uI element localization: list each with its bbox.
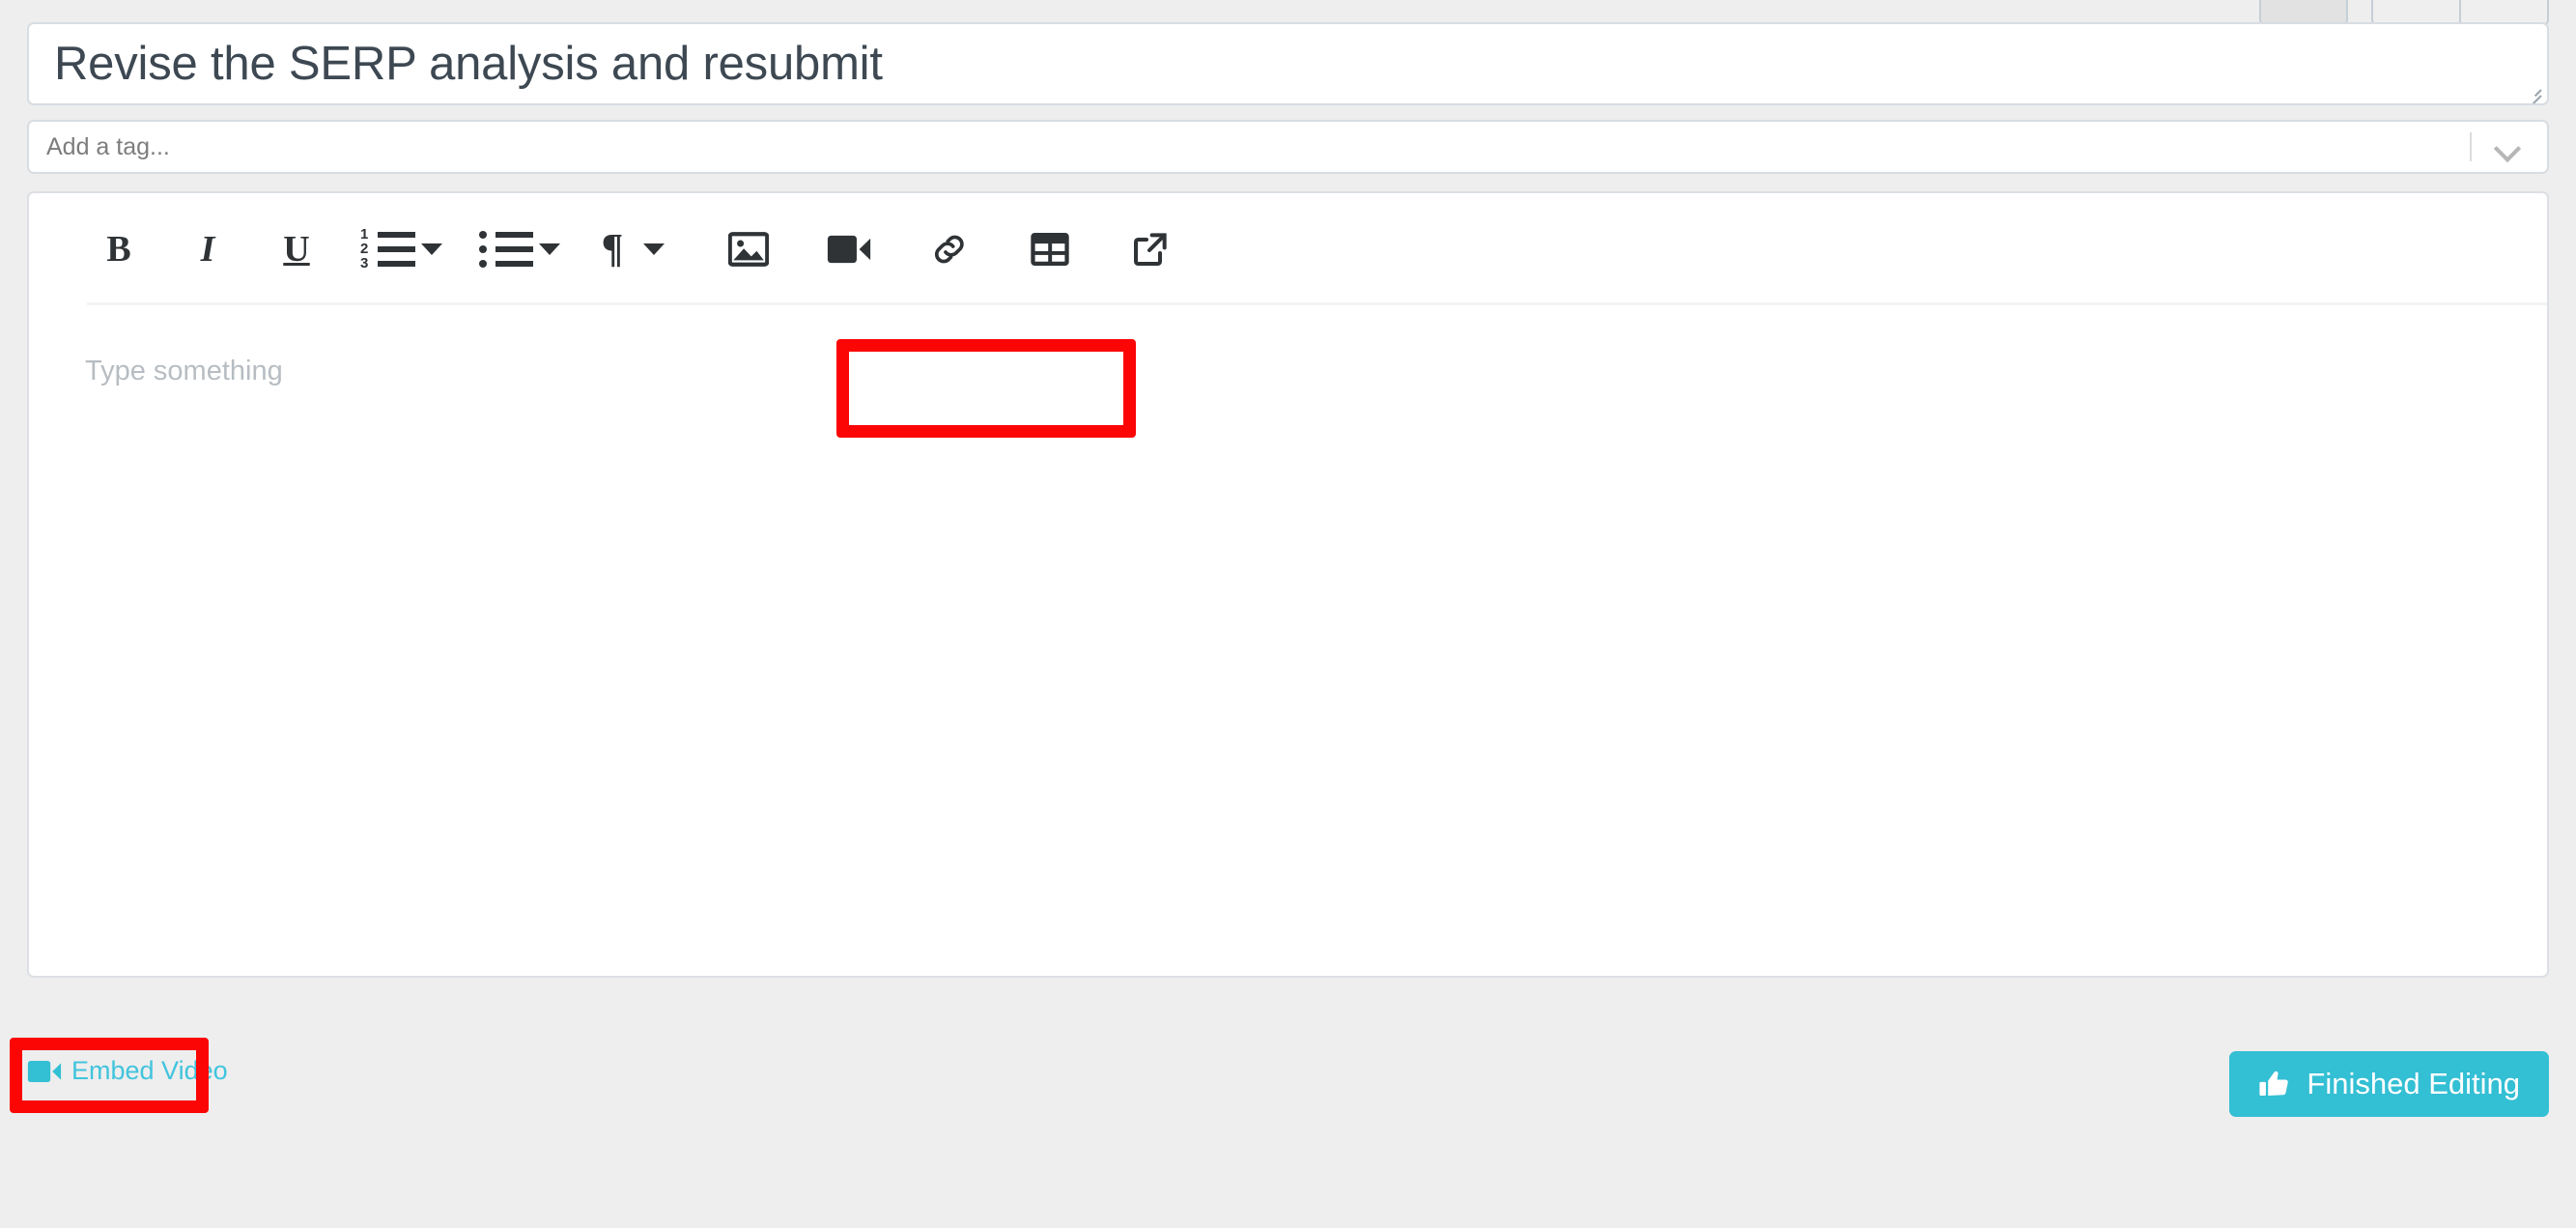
image-icon <box>728 232 769 267</box>
rich-text-editor: B I U 1 2 3 ¶ Type something <box>27 191 2549 978</box>
insert-image-button[interactable] <box>713 219 784 279</box>
editor-content[interactable]: Type something <box>29 305 2547 387</box>
tag-select[interactable]: Add a tag... <box>27 120 2549 174</box>
chevron-down-icon[interactable] <box>2493 132 2522 161</box>
table-grid-icon <box>1031 233 1069 266</box>
bullet-list-icon <box>477 230 533 269</box>
finished-editing-label: Finished Editing <box>2307 1067 2520 1100</box>
bold-button[interactable]: B <box>85 219 153 279</box>
insert-video-button[interactable] <box>813 219 885 279</box>
bullet-list-dropdown[interactable] <box>533 243 566 255</box>
ordered-list-dropdown[interactable] <box>415 243 448 255</box>
paragraph-dropdown[interactable] <box>637 243 670 255</box>
paragraph-button[interactable]: ¶ <box>587 222 637 276</box>
tag-placeholder: Add a tag... <box>46 132 170 160</box>
underline-button[interactable]: U <box>263 219 330 279</box>
ordered-list-icon: 1 2 3 <box>359 227 415 271</box>
editor-placeholder: Type something <box>85 356 283 386</box>
title-text: Revise the SERP analysis and resubmit <box>54 37 883 90</box>
finished-editing-button[interactable]: Finished Editing <box>2229 1051 2549 1117</box>
editor-page: Revise the SERP analysis and resubmit Ad… <box>0 0 2576 1228</box>
video-camera-icon <box>27 1060 62 1082</box>
insert-table-button[interactable] <box>1014 219 1086 279</box>
thumbs-up-icon <box>2259 1071 2289 1097</box>
title-input[interactable]: Revise the SERP analysis and resubmit <box>27 22 2549 105</box>
resize-grip-icon[interactable] <box>2524 81 2543 103</box>
tag-separator <box>2470 132 2472 161</box>
external-link-button[interactable] <box>1115 219 1186 279</box>
italic-button[interactable]: I <box>174 219 241 279</box>
bullet-list-button[interactable] <box>477 219 533 279</box>
embed-video-link[interactable]: Embed Video <box>27 1056 228 1086</box>
link-chain-icon <box>934 235 964 264</box>
ordered-list-button[interactable]: 1 2 3 <box>359 219 415 279</box>
toolbar-divider <box>87 302 2547 305</box>
editor-toolbar: B I U 1 2 3 ¶ <box>29 193 2547 305</box>
video-camera-icon <box>827 235 871 264</box>
external-link-icon <box>1134 233 1167 266</box>
embed-video-label: Embed Video <box>71 1056 228 1085</box>
insert-link-button[interactable] <box>914 219 985 279</box>
